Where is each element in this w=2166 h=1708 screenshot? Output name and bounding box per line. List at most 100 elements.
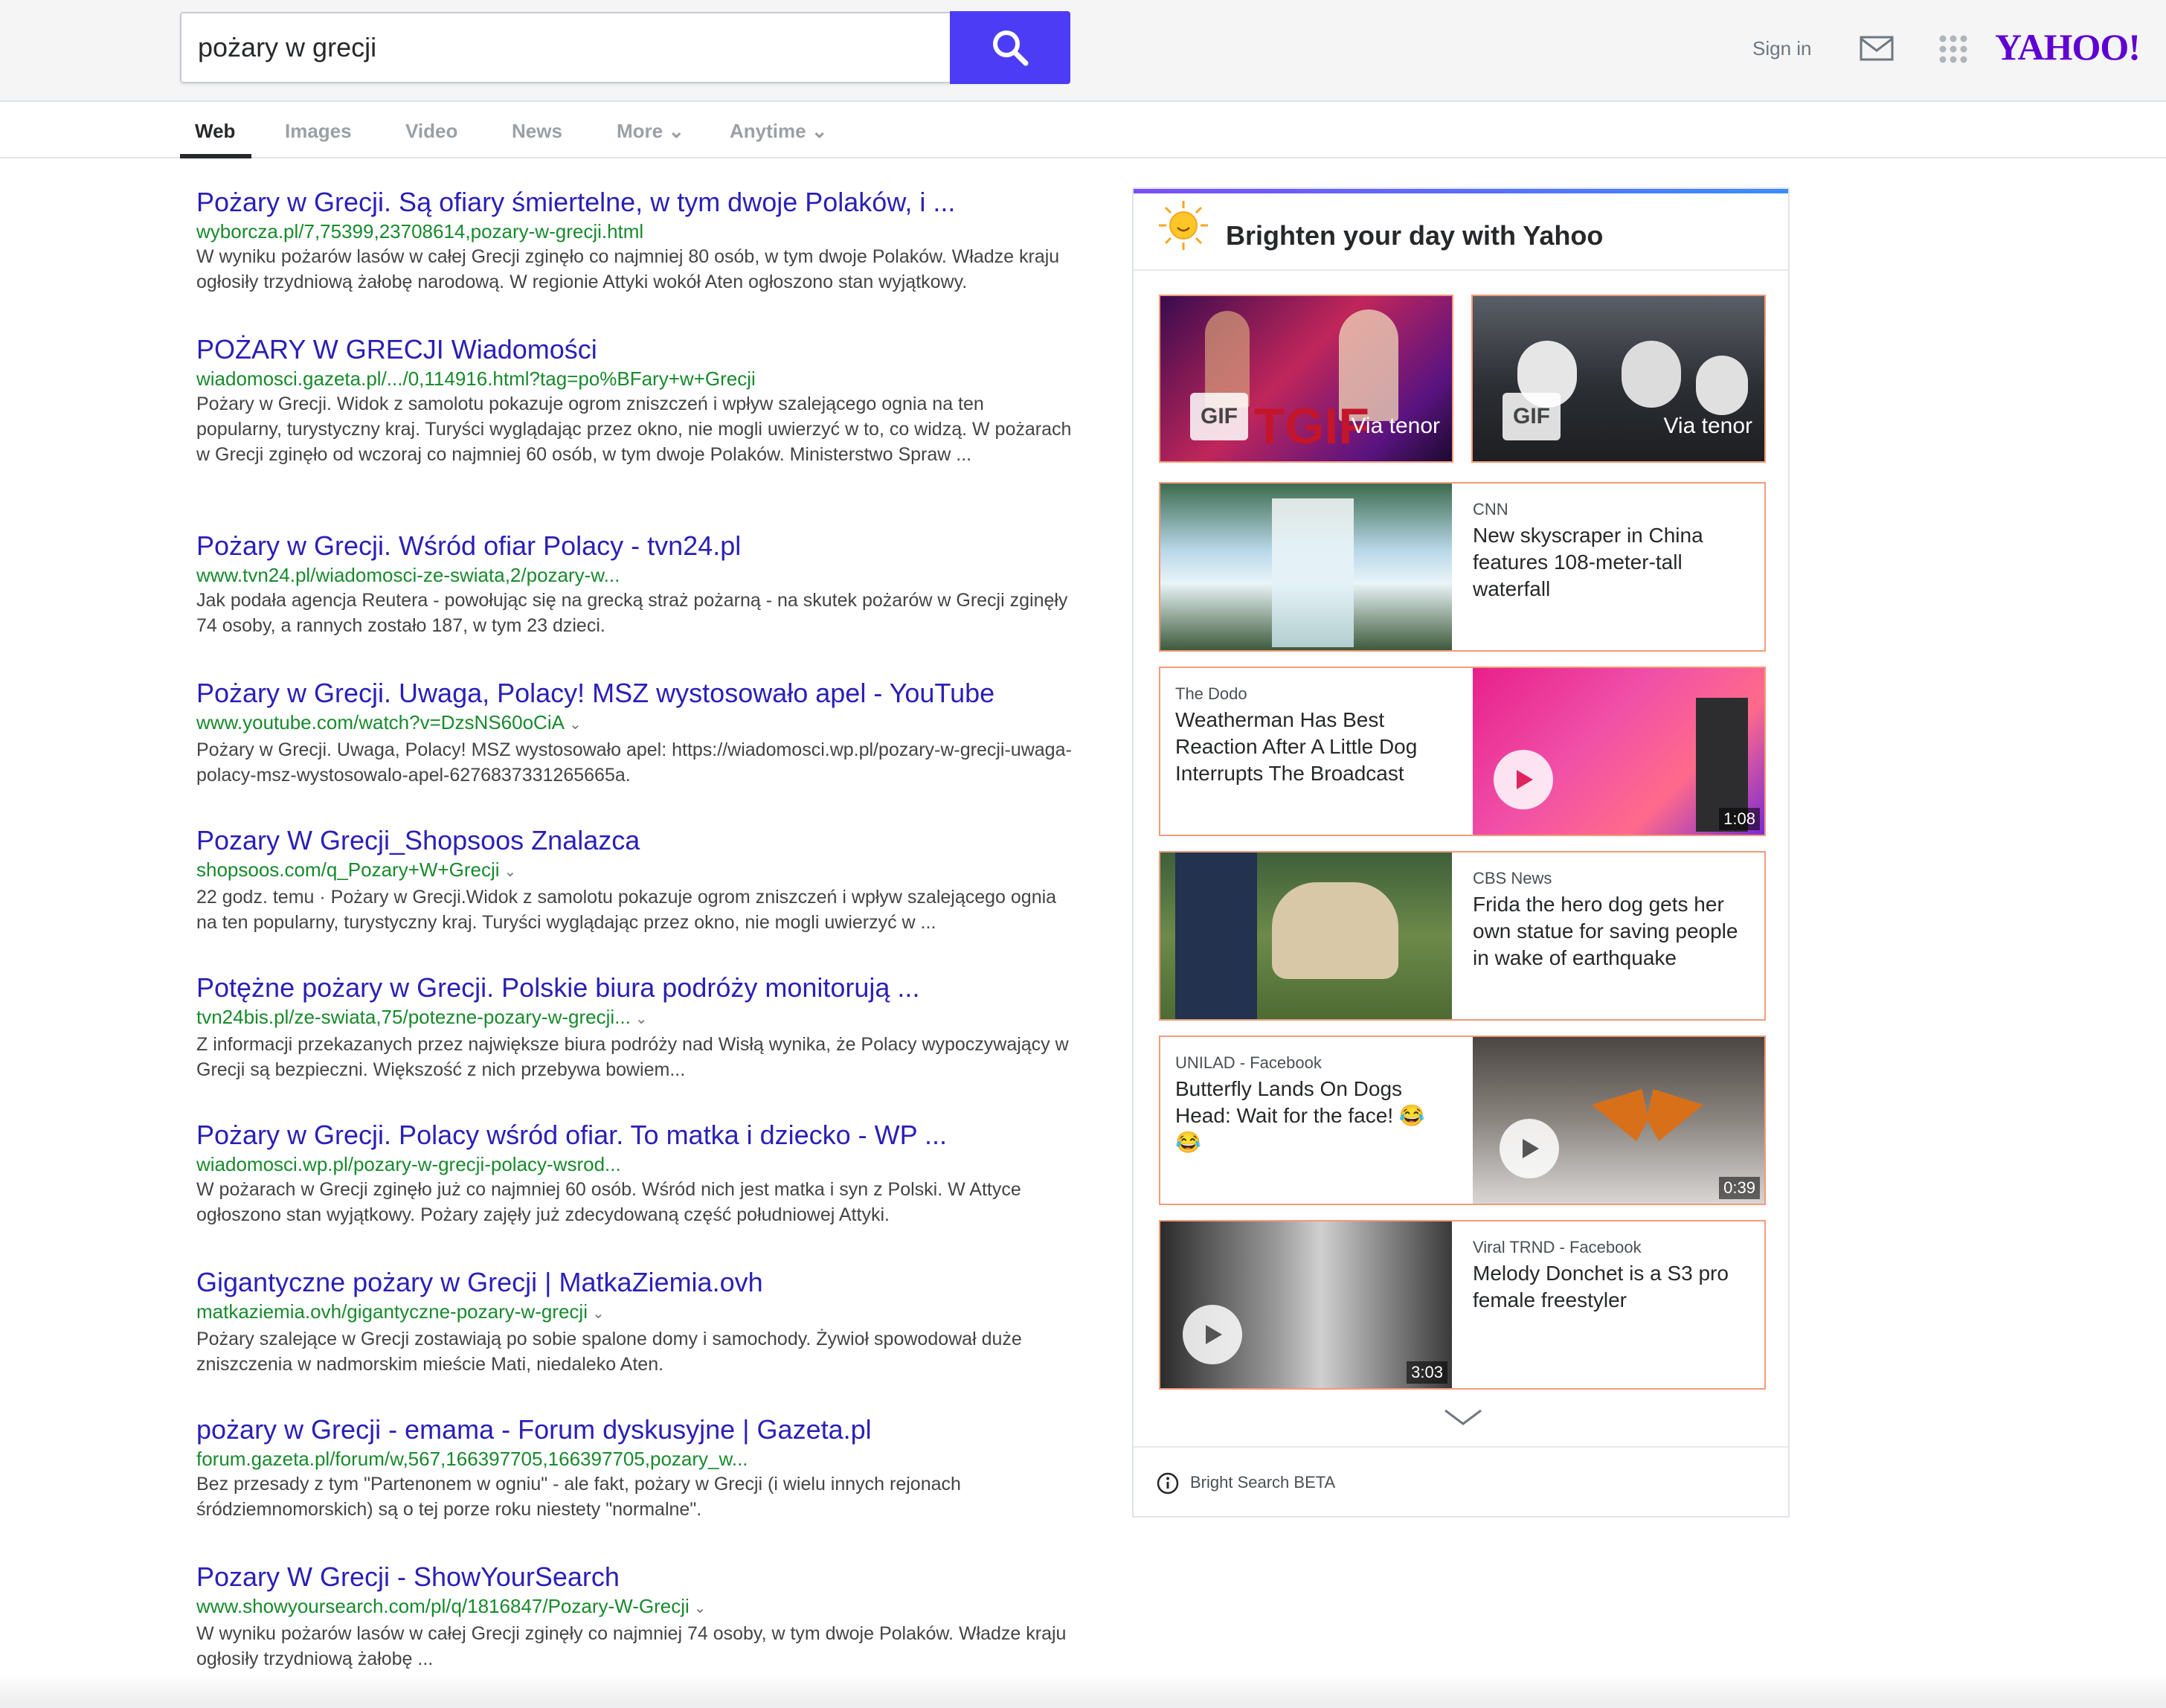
news-title[interactable]: Weatherman Has Best Reaction After A Lit… [1175,707,1443,787]
result-snippet: W wyniku pożarów lasów w całej Grecji zg… [196,246,1060,292]
result-url: wiadomosci.gazeta.pl/.../0,114916.html?t… [196,367,756,390]
tab-images[interactable]: Images [285,120,352,143]
result-snippet: 22 godz. temu · Pożary w Grecji.Widok z … [196,887,1057,933]
result-title-link[interactable]: Potężne pożary w Grecji. Polskie biura p… [196,972,1074,1004]
mail-icon[interactable] [1860,36,1894,61]
chevron-down-icon[interactable]: ⌄ [694,1596,707,1621]
result-title-link[interactable]: Pożary w Grecji. Uwaga, Polacy! MSZ wyst… [196,677,1074,710]
news-title[interactable]: Frida the hero dog gets her own statue f… [1473,891,1741,972]
result-title-link[interactable]: Pozary W Grecji_Shopsoos Znalazca [196,824,1074,857]
apps-grid-icon[interactable] [1938,34,1968,64]
news-card[interactable]: CNN New skyscraper in China features 108… [1159,482,1766,652]
result-snippet: Pożary szalejące w Grecji zostawiają po … [196,1329,1022,1375]
chevron-down-icon[interactable]: ⌄ [504,859,517,884]
gif-badge: GIF [1503,393,1561,440]
result-title-link[interactable]: pożary w Grecji - emama - Forum dyskusyj… [196,1413,1074,1446]
yahoo-logo[interactable]: YAHOO! [1995,25,2141,68]
divider [1134,269,1788,271]
search-result: Pożary w Grecji. Wśród ofiar Polacy - tv… [196,530,1074,638]
sidebar-title: Brighten your day with Yahoo [1226,220,1604,251]
result-snippet: W wyniku pożarów lasów w całej Grecji zg… [196,1623,1067,1669]
result-title-link[interactable]: Gigantyczne pożary w Grecji | MatkaZiemi… [196,1266,1074,1299]
active-tab-indicator [180,154,251,158]
via-tenor-label: Via tenor [1351,414,1440,438]
sidebar-accent-bar [1134,189,1788,193]
search-icon [993,30,1029,66]
tab-web[interactable]: Web [195,120,235,143]
news-source: CNN [1473,500,1508,518]
play-icon[interactable] [1494,750,1553,809]
video-duration: 3:03 [1407,1361,1447,1384]
play-icon[interactable] [1500,1119,1559,1178]
result-url: tvn24bis.pl/ze-swiata,75/potezne-pozary-… [196,1004,1074,1032]
result-snippet: Jak podała agencja Reutera - powołując s… [196,590,1068,636]
result-title-link[interactable]: Pożary w Grecji. Są ofiary śmiertelne, w… [196,186,1074,219]
sign-in-link[interactable]: Sign in [1752,37,1812,60]
news-thumbnail: 0:39 [1473,1037,1764,1204]
search-result: Pożary w Grecji. Polacy wśród ofiar. To … [196,1119,1074,1227]
result-snippet: Pożary w Grecji. Uwaga, Polacy! MSZ wyst… [196,739,1072,786]
result-url: www.tvn24.pl/wiadomosci-ze-swiata,2/poza… [196,564,620,586]
news-source: Viral TRND - Facebook [1473,1238,1642,1256]
gif-card[interactable]: GIF Via tenor [1471,295,1766,463]
tab-anytime[interactable]: Anytime ⌄ [730,120,828,143]
news-title[interactable]: Melody Donchet is a S3 pro female freest… [1473,1260,1741,1314]
news-source: The Dodo [1175,684,1247,703]
news-card[interactable]: CBS News Frida the hero dog gets her own… [1159,851,1766,1021]
result-url: forum.gazeta.pl/forum/w,567,166397705,16… [196,1448,748,1470]
search-input[interactable] [181,13,950,82]
tab-news[interactable]: News [512,120,562,143]
bright-search-label: Bright Search BETA [1190,1473,1336,1492]
chevron-down-icon[interactable]: ⌄ [569,712,582,737]
result-url: matkaziemia.ovh/gigantyczne-pozary-w-gre… [196,1299,1074,1326]
video-duration: 0:39 [1719,1177,1760,1199]
search-result: pożary w Grecji - emama - Forum dyskusyj… [196,1413,1074,1522]
chevron-down-icon[interactable]: ⌄ [592,1301,605,1326]
video-duration: 1:08 [1719,808,1760,830]
search-result: Pozary W Grecji - ShowYourSearch www.sho… [196,1561,1074,1672]
result-url: wyborcza.pl/7,75399,23708614,pozary-w-gr… [196,220,644,243]
tab-video[interactable]: Video [405,120,457,143]
play-icon[interactable] [1183,1305,1242,1364]
result-snippet: Bez przesady z tym "Partenonem w ogniu" … [196,1474,961,1520]
news-thumbnail [1160,853,1452,1019]
result-snippet: Pożary w Grecji. Widok z samolotu pokazu… [196,394,1072,465]
chevron-down-icon[interactable]: ⌄ [635,1006,648,1032]
result-title-link[interactable]: Pożary w Grecji. Wśród ofiar Polacy - tv… [196,530,1074,562]
gif-badge: GIF [1190,393,1248,440]
news-thumbnail: 1:08 [1473,668,1764,835]
result-title-link[interactable]: Pożary w Grecji. Polacy wśród ofiar. To … [196,1119,1074,1152]
result-snippet: Z informacji przekazanych przez najwięks… [196,1034,1069,1080]
result-url: www.youtube.com/watch?v=DzsNS60oCiA ⌄ [196,710,1074,737]
search-result: POŻARY W GRECJI Wiadomości wiadomosci.ga… [196,333,1074,467]
divider [1134,1446,1788,1448]
news-thumbnail: 3:03 [1160,1221,1452,1388]
search-result: Pożary w Grecji. Są ofiary śmiertelne, w… [196,186,1074,295]
result-url: shopsoos.com/q_Pozary+W+Grecji ⌄ [196,857,1074,884]
news-source: UNILAD - Facebook [1175,1053,1322,1072]
search-result: Gigantyczne pożary w Grecji | MatkaZiemi… [196,1266,1074,1377]
bottom-shade [0,1674,2166,1708]
search-box[interactable] [180,12,951,83]
result-title-link[interactable]: Pozary W Grecji - ShowYourSearch [196,1561,1074,1593]
search-tabs: Web Images Video News More ⌄ Anytime ⌄ [0,102,2166,158]
news-card[interactable]: 3:03 Viral TRND - Facebook Melody Donche… [1159,1220,1766,1390]
news-title[interactable]: Butterfly Lands On Dogs Head: Wait for t… [1175,1076,1443,1156]
search-result: Potężne pożary w Grecji. Polskie biura p… [196,972,1074,1082]
search-result: Pozary W Grecji_Shopsoos Znalazca shopso… [196,824,1074,935]
search-button[interactable] [950,11,1070,84]
sun-icon [1159,201,1208,250]
news-source: CBS News [1473,869,1552,887]
result-title-link[interactable]: POŻARY W GRECJI Wiadomości [196,333,1074,366]
tab-more[interactable]: More ⌄ [617,120,684,143]
news-thumbnail [1160,484,1452,650]
news-card[interactable]: The Dodo Weatherman Has Best Reaction Af… [1159,667,1766,836]
result-url: wiadomosci.wp.pl/pozary-w-grecji-polacy-… [196,1153,621,1175]
result-url: www.showyoursearch.com/pl/q/1816847/Poza… [196,1593,1074,1621]
gif-card[interactable]: GIF TGIF Via tenor [1159,295,1453,463]
via-tenor-label: Via tenor [1663,414,1752,438]
news-title[interactable]: New skyscraper in China features 108-met… [1473,522,1741,603]
news-card[interactable]: UNILAD - Facebook Butterfly Lands On Dog… [1159,1036,1766,1205]
info-icon[interactable] [1156,1471,1180,1495]
chevron-down-icon[interactable] [1442,1406,1484,1428]
